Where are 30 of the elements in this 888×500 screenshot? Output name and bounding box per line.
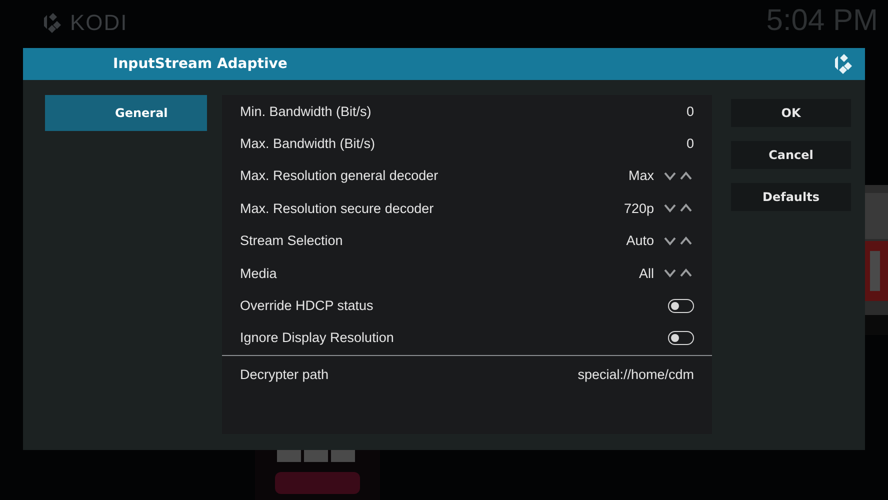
dialog-button[interactable]: Defaults <box>731 183 851 211</box>
setting-value: All <box>638 266 654 281</box>
setting-label[interactable]: Min. Bandwidth (Bit/s) <box>240 104 676 119</box>
setting-label[interactable]: Ignore Display Resolution <box>240 330 658 346</box>
setting-label[interactable]: Media <box>240 266 629 281</box>
setting-label[interactable]: Max. Bandwidth (Bit/s) <box>240 136 676 152</box>
kodi-logo-icon <box>42 12 64 34</box>
setting-value: special://home/cdm <box>578 366 694 382</box>
kodi-logo-icon <box>833 53 855 75</box>
category-tab[interactable]: General <box>45 95 207 131</box>
dialog-title: InputStream Adaptive <box>113 56 288 72</box>
setting-value: 0 <box>686 136 694 152</box>
setting-label[interactable]: Stream Selection <box>240 233 616 248</box>
setting-label[interactable]: Max. Resolution general decoder <box>240 168 618 184</box>
setting-value: Max <box>628 168 654 184</box>
setting-label[interactable]: Override HDCP status <box>240 298 658 314</box>
setting-value: 0 <box>686 104 694 119</box>
dialog-button[interactable]: Cancel <box>731 141 851 169</box>
toggle-switch[interactable] <box>668 330 694 345</box>
setting-value: Auto <box>626 233 654 248</box>
spinner-arrows-icon[interactable] <box>664 203 694 214</box>
spinner-arrows-icon[interactable] <box>664 236 694 246</box>
spinner-arrows-icon[interactable] <box>664 268 694 278</box>
spinner-arrows-icon[interactable] <box>664 170 694 181</box>
setting-value: 720p <box>624 200 654 216</box>
setting-label[interactable]: Max. Resolution secure decoder <box>240 200 614 216</box>
dialog-button[interactable]: OK <box>731 99 851 127</box>
setting-label[interactable]: Decrypter path <box>240 366 568 382</box>
kodi-logo-text: KODI <box>70 10 128 36</box>
toggle-switch[interactable] <box>668 298 694 313</box>
